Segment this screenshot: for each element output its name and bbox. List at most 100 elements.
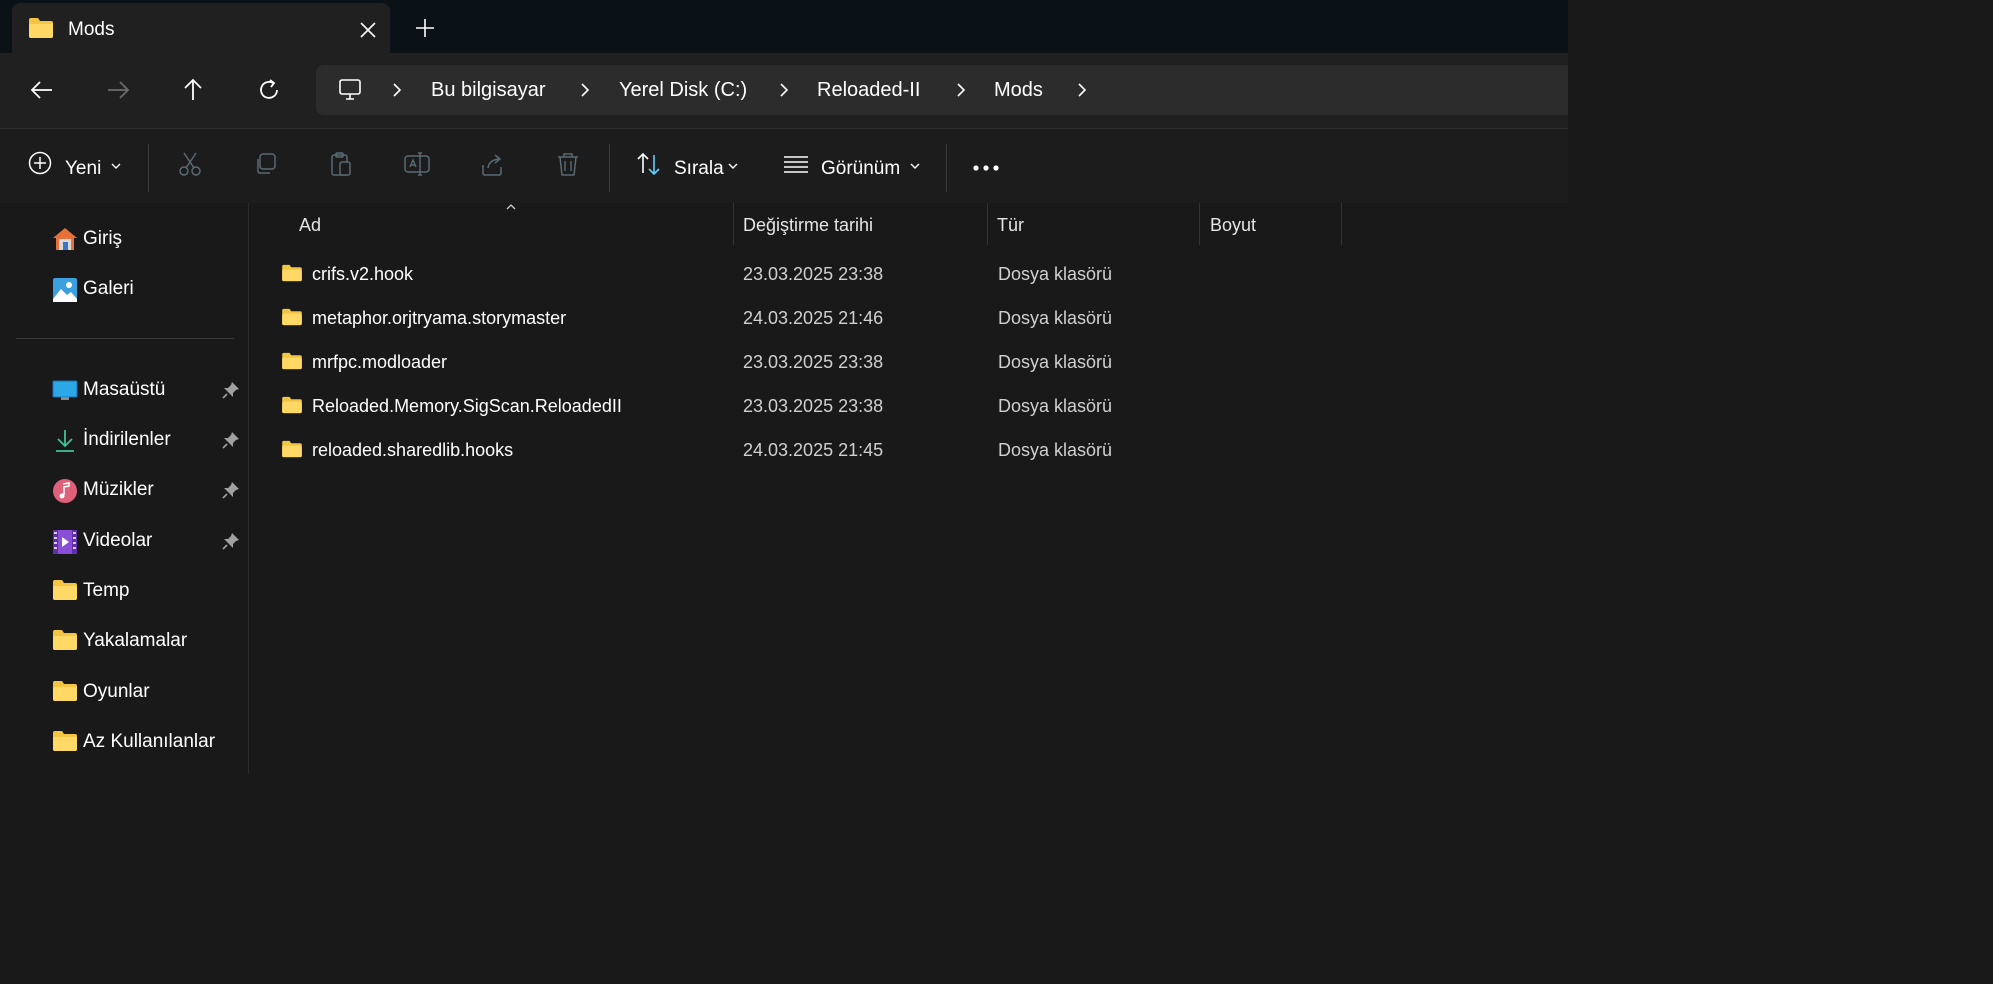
- file-name: Reloaded.Memory.SigScan.ReloadedII: [312, 396, 622, 416]
- sidebar-item-rarely-used[interactable]: Az Kullanılanlar: [52, 724, 244, 760]
- table-row[interactable]: mrfpc.modloader 23.03.2025 23:38 Dosya k…: [277, 343, 1337, 383]
- column-divider[interactable]: [987, 203, 988, 245]
- column-header-date[interactable]: Değiştirme tarihi: [743, 215, 873, 236]
- breadcrumb-mods[interactable]: Mods: [994, 79, 1043, 102]
- file-type: Dosya klasörü: [998, 396, 1113, 416]
- delete-icon[interactable]: [555, 151, 581, 177]
- chevron-right-icon[interactable]: [1075, 82, 1089, 98]
- toolbar-divider: [609, 144, 610, 192]
- view-list-icon[interactable]: [783, 151, 809, 177]
- file-date: 24.03.2025 21:45: [743, 440, 884, 460]
- chevron-down-icon[interactable]: [727, 161, 739, 171]
- file-date: 23.03.2025 23:38: [743, 264, 884, 284]
- sidebar-item-label: Müzikler: [83, 479, 154, 500]
- this-pc-icon[interactable]: [338, 78, 362, 102]
- breadcrumb-reloaded[interactable]: Reloaded-II: [817, 79, 920, 102]
- chevron-down-icon[interactable]: [909, 161, 921, 171]
- sidebar-item-label: Yakalamalar: [83, 630, 188, 651]
- copy-icon[interactable]: [253, 151, 279, 177]
- folder-icon: [52, 730, 78, 752]
- sidebar-item-temp[interactable]: Temp: [52, 573, 244, 609]
- chevron-right-icon[interactable]: [390, 82, 404, 98]
- rename-icon[interactable]: [403, 151, 431, 177]
- file-type: Dosya klasörü: [998, 352, 1113, 372]
- toolbar-divider: [148, 144, 149, 192]
- folder-icon: [52, 579, 78, 601]
- downloads-icon: [52, 428, 78, 454]
- file-name: metaphor.orjtryama.storymaster: [312, 308, 567, 328]
- sidebar-item-label: Az Kullanılanlar: [83, 731, 216, 752]
- sort-icon[interactable]: [636, 151, 662, 177]
- pin-icon[interactable]: [222, 431, 240, 449]
- back-arrow-icon[interactable]: [30, 78, 54, 102]
- sidebar-item-music[interactable]: Müzikler: [52, 472, 244, 508]
- sidebar-item-captures[interactable]: Yakalamalar: [52, 623, 244, 659]
- sidebar-item-label: Temp: [83, 580, 130, 601]
- chevron-right-icon[interactable]: [578, 82, 592, 98]
- videos-icon: [52, 529, 78, 555]
- folder-icon: [281, 264, 303, 282]
- forward-arrow-icon[interactable]: [106, 78, 130, 102]
- chevron-right-icon[interactable]: [954, 82, 968, 98]
- tab-mods[interactable]: Mods: [12, 3, 390, 53]
- sidebar-item-videos[interactable]: Videolar: [52, 523, 244, 559]
- file-date: 24.03.2025 21:46: [743, 308, 884, 328]
- sidebar-item-label: İndirilenler: [83, 429, 171, 450]
- up-arrow-icon[interactable]: [181, 78, 205, 102]
- sidebar-item-label: Galeri: [83, 278, 134, 299]
- sidebar-divider: [16, 338, 234, 339]
- sidebar-item-label: Videolar: [83, 530, 153, 551]
- table-row[interactable]: reloaded.sharedlib.hooks 24.03.2025 21:4…: [277, 431, 1337, 471]
- breadcrumb-this-pc[interactable]: Bu bilgisayar: [431, 79, 546, 102]
- sidebar-item-home[interactable]: Giriş: [52, 221, 244, 257]
- column-divider[interactable]: [733, 203, 734, 245]
- pin-icon[interactable]: [222, 481, 240, 499]
- desktop-icon: [52, 378, 78, 402]
- sidebar-item-label: Masaüstü: [83, 379, 166, 400]
- chevron-down-icon[interactable]: [110, 161, 122, 171]
- gallery-icon: [52, 277, 78, 303]
- chevron-right-icon[interactable]: [777, 82, 791, 98]
- sort-ascending-icon: [505, 203, 517, 211]
- column-divider[interactable]: [1341, 203, 1342, 245]
- file-date: 23.03.2025 23:38: [743, 352, 884, 372]
- toolbar-divider: [946, 144, 947, 192]
- navigation-bar: Bu bilgisayar Yerel Disk (C:) Reloaded-I…: [0, 53, 1568, 128]
- sidebar-item-games[interactable]: Oyunlar: [52, 674, 244, 710]
- sidebar-item-label: Giriş: [83, 228, 123, 249]
- table-row[interactable]: crifs.v2.hook 23.03.2025 23:38 Dosya kla…: [277, 255, 1337, 295]
- sidebar-item-label: Oyunlar: [83, 681, 150, 702]
- sidebar-item-downloads[interactable]: İndirilenler: [52, 422, 244, 458]
- file-name: mrfpc.modloader: [312, 352, 448, 372]
- paste-icon[interactable]: [328, 151, 354, 177]
- column-divider[interactable]: [1199, 203, 1200, 245]
- folder-icon: [281, 440, 303, 458]
- file-type: Dosya klasörü: [998, 308, 1113, 328]
- column-header-name[interactable]: Ad: [299, 215, 321, 236]
- share-icon[interactable]: [479, 151, 505, 177]
- pin-icon[interactable]: [222, 381, 240, 399]
- new-tab-icon[interactable]: [414, 17, 436, 39]
- cut-icon[interactable]: [177, 151, 203, 177]
- file-list: Ad Değiştirme tarihi Tür Boyut crifs.v2.…: [249, 203, 1568, 774]
- breadcrumb-local-disk[interactable]: Yerel Disk (C:): [619, 79, 747, 102]
- close-icon[interactable]: [358, 20, 378, 40]
- new-button[interactable]: Yeni: [65, 158, 101, 180]
- more-options-icon[interactable]: [972, 164, 1000, 172]
- music-icon: [52, 478, 78, 504]
- sort-button[interactable]: Sırala: [674, 158, 724, 180]
- new-plus-icon[interactable]: [28, 151, 52, 175]
- pin-icon[interactable]: [222, 532, 240, 550]
- tab-title: Mods: [68, 19, 115, 40]
- folder-icon: [52, 680, 78, 702]
- sidebar-item-gallery[interactable]: Galeri: [52, 271, 244, 307]
- address-bar[interactable]: Bu bilgisayar Yerel Disk (C:) Reloaded-I…: [316, 65, 1568, 115]
- table-row[interactable]: Reloaded.Memory.SigScan.ReloadedII 23.03…: [277, 387, 1337, 427]
- column-header-type[interactable]: Tür: [997, 215, 1024, 236]
- view-button[interactable]: Görünüm: [821, 158, 900, 180]
- table-row[interactable]: metaphor.orjtryama.storymaster 24.03.202…: [277, 299, 1337, 339]
- sidebar-item-desktop[interactable]: Masaüstü: [52, 372, 244, 408]
- folder-icon: [281, 352, 303, 370]
- column-header-size[interactable]: Boyut: [1210, 215, 1256, 236]
- refresh-icon[interactable]: [257, 78, 281, 102]
